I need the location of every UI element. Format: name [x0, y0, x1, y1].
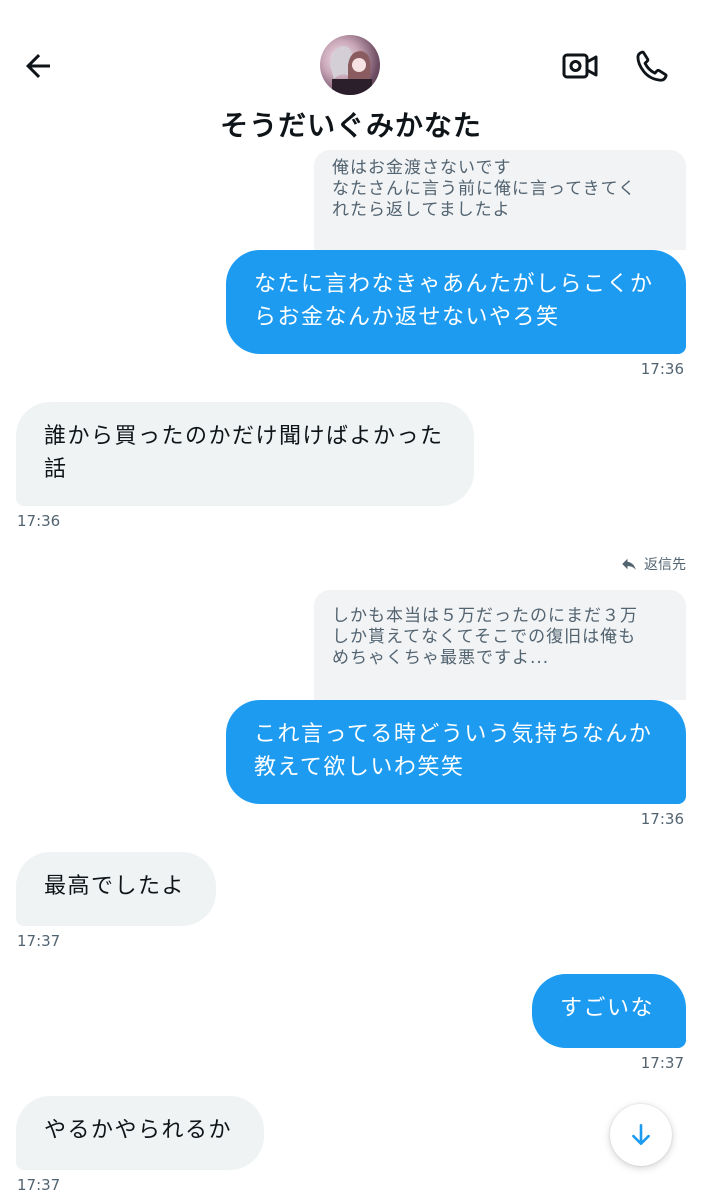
quote-line: なたさんに言う前に俺に言ってきてく: [332, 179, 637, 199]
message-line: 教えて欲しいわ笑笑: [254, 755, 465, 780]
reply-label: 返信先: [644, 557, 686, 573]
message-timestamp: 17:36: [640, 810, 684, 828]
message-timestamp: 17:37: [17, 932, 61, 950]
contact-avatar[interactable]: [320, 35, 380, 95]
message-line: これ言ってる時どういう気持ちなんか: [254, 722, 653, 747]
outgoing-message[interactable]: これ言ってる時どういう気持ちなんか 教えて欲しいわ笑笑: [226, 700, 686, 804]
reply-arrow-icon: [622, 558, 636, 570]
conversation-title: そうだいぐみかなた: [220, 109, 482, 142]
incoming-message[interactable]: やるかやられるか: [16, 1096, 264, 1170]
message-line: らお金なんか返せないやろ笑: [254, 305, 560, 330]
quoted-message[interactable]: しかも本当は５万だったのにまだ３万 しか貰えてなくてそこでの復旧は俺も めちゃく…: [314, 590, 686, 700]
quote-line: しかも本当は５万だったのにまだ３万: [332, 606, 638, 626]
message-line: なたに言わなきゃあんたがしらこくか: [254, 272, 654, 297]
conversation-header: そうだいぐみかなた: [0, 0, 702, 150]
arrow-left-icon: [26, 54, 50, 78]
quote-line: しか貰えてなくてそこでの復旧は俺も: [332, 627, 637, 647]
scroll-to-bottom-button[interactable]: [610, 1104, 672, 1166]
quote-line: れたら返してましたよ: [332, 200, 511, 220]
back-button[interactable]: [16, 44, 60, 88]
incoming-message[interactable]: 誰から買ったのかだけ聞けばよかった 話: [16, 402, 474, 506]
video-call-button[interactable]: [556, 42, 604, 90]
quote-line: 俺はお金渡さないです: [332, 158, 512, 178]
message-line: すごいな: [560, 996, 655, 1021]
quote-line: めちゃくちゃ最悪ですよ...: [332, 648, 550, 668]
incoming-message[interactable]: 最高でしたよ: [16, 852, 216, 926]
phone-icon: [636, 50, 668, 82]
reply-indicator[interactable]: 返信先: [620, 554, 686, 574]
arrow-down-icon: [632, 1123, 650, 1145]
quoted-message[interactable]: 俺はお金渡さないです なたさんに言う前に俺に言ってきてく れたら返してましたよ: [314, 150, 686, 250]
message-line: 話: [44, 457, 68, 482]
message-line: 最高でしたよ: [44, 874, 186, 899]
message-timestamp: 17:37: [17, 1176, 61, 1194]
message-timestamp: 17:37: [640, 1054, 684, 1072]
outgoing-message[interactable]: なたに言わなきゃあんたがしらこくか らお金なんか返せないやろ笑: [226, 250, 686, 354]
message-line: 誰から買ったのかだけ聞けばよかった: [44, 424, 444, 449]
message-timestamp: 17:36: [640, 360, 684, 378]
video-call-icon: [562, 53, 598, 79]
message-line: やるかやられるか: [44, 1118, 233, 1143]
outgoing-message[interactable]: すごいな: [532, 974, 686, 1048]
voice-call-button[interactable]: [628, 42, 676, 90]
message-timestamp: 17:36: [17, 512, 61, 530]
